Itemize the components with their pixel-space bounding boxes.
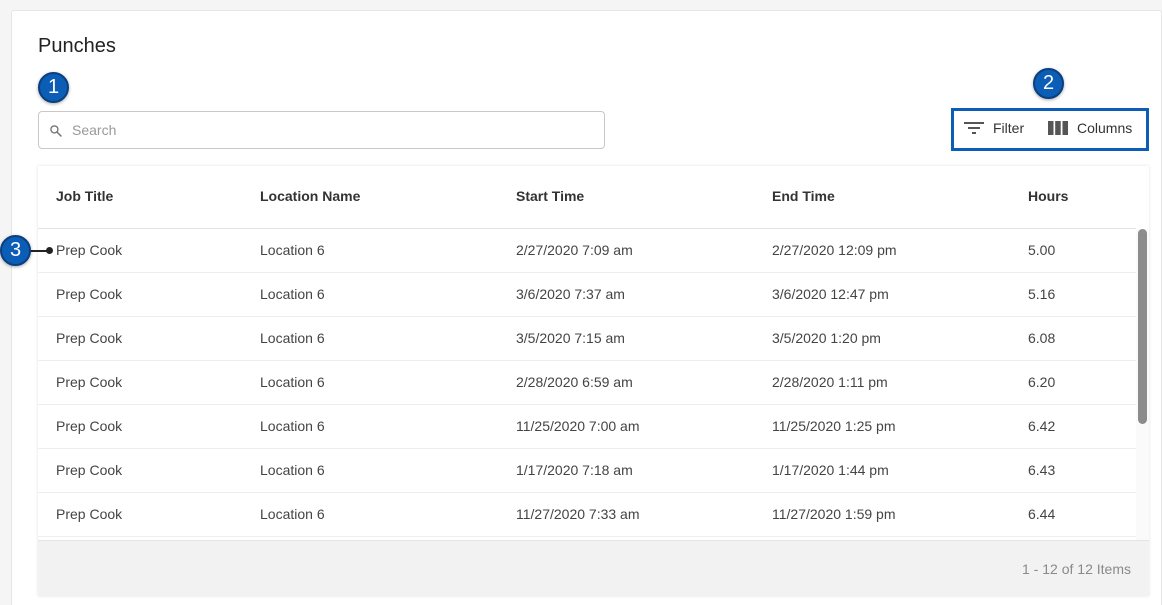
cell-location-name: Location 6 (260, 242, 325, 258)
table-row[interactable]: Prep Cook Location 6 11/27/2020 7:33 am … (38, 493, 1136, 537)
columns-icon (1048, 121, 1068, 135)
cell-hours: 5.16 (1028, 286, 1056, 302)
table-row[interactable]: Prep Cook Location 6 1/17/2020 7:18 am 1… (38, 449, 1136, 493)
table-row[interactable]: Prep Cook Location 6 2/27/2020 7:09 am 2… (38, 229, 1136, 273)
columns-button[interactable]: Columns (1048, 117, 1132, 139)
callout-badge-3: 3 (0, 235, 31, 266)
cell-hours: 6.44 (1028, 506, 1056, 522)
table-row[interactable]: Prep Cook Location 6 3/5/2020 7:15 am 3/… (38, 317, 1136, 361)
cell-hours: 5.00 (1028, 242, 1056, 258)
callout-badge-1: 1 (38, 72, 69, 103)
cell-location-name: Location 6 (260, 374, 325, 390)
column-header-hours[interactable]: Hours (1028, 188, 1068, 204)
cell-start-time: 3/6/2020 7:37 am (516, 286, 625, 302)
cell-location-name: Location 6 (260, 330, 325, 346)
column-header-job-title[interactable]: Job Title (56, 188, 113, 204)
cell-location-name: Location 6 (260, 506, 325, 522)
cell-start-time: 11/27/2020 7:33 am (516, 506, 640, 522)
cell-end-time: 2/28/2020 1:11 pm (772, 374, 888, 390)
cell-end-time: 11/27/2020 1:59 pm (772, 506, 896, 522)
search-input[interactable] (72, 118, 592, 142)
cell-end-time: 3/6/2020 12:47 pm (772, 286, 889, 302)
filter-icon (964, 122, 984, 134)
columns-button-label: Columns (1077, 120, 1133, 136)
table-scrollbar[interactable] (1136, 229, 1149, 540)
pagination-summary: 1 - 12 of 12 Items (1022, 561, 1131, 577)
table-header: Job Title Location Name Start Time End T… (38, 166, 1136, 229)
cell-location-name: Location 6 (260, 462, 325, 478)
column-header-end-time[interactable]: End Time (772, 188, 835, 204)
cell-location-name: Location 6 (260, 418, 325, 434)
page-title: Punches (38, 35, 116, 57)
column-header-start-time[interactable]: Start Time (516, 188, 584, 204)
cell-start-time: 1/17/2020 7:18 am (516, 462, 633, 478)
cell-end-time: 11/25/2020 1:25 pm (772, 418, 896, 434)
cell-job-title: Prep Cook (56, 286, 123, 302)
cell-end-time: 1/17/2020 1:44 pm (772, 462, 889, 478)
cell-job-title: Prep Cook (56, 506, 123, 522)
cell-job-title: Prep Cook (56, 462, 123, 478)
filter-button[interactable]: Filter (964, 117, 1024, 139)
cell-start-time: 2/27/2020 7:09 am (516, 242, 633, 258)
cell-end-time: 2/27/2020 12:09 pm (772, 242, 897, 258)
callout-badge-2: 2 (1033, 68, 1064, 99)
search-box[interactable] (38, 111, 605, 149)
callout-pointer-dot (46, 247, 53, 254)
cell-start-time: 11/25/2020 7:00 am (516, 418, 640, 434)
search-icon (50, 125, 62, 137)
table-row[interactable]: Prep Cook Location 6 2/28/2020 6:59 am 2… (38, 361, 1136, 405)
cell-job-title: Prep Cook (56, 242, 123, 258)
column-header-location-name[interactable]: Location Name (260, 188, 360, 204)
cell-job-title: Prep Cook (56, 418, 123, 434)
punches-table: Job Title Location Name Start Time End T… (38, 166, 1149, 596)
cell-hours: 6.08 (1028, 330, 1056, 346)
cell-hours: 6.43 (1028, 462, 1056, 478)
cell-end-time: 3/5/2020 1:20 pm (772, 330, 881, 346)
table-footer: 1 - 12 of 12 Items (38, 540, 1149, 596)
table-row[interactable]: Prep Cook Location 6 11/25/2020 7:00 am … (38, 405, 1136, 449)
cell-job-title: Prep Cook (56, 374, 123, 390)
cell-location-name: Location 6 (260, 286, 325, 302)
callout-pointer-line (28, 250, 48, 252)
table-row[interactable]: Prep Cook Location 6 3/6/2020 7:37 am 3/… (38, 273, 1136, 317)
cell-hours: 6.20 (1028, 374, 1056, 390)
cell-hours: 6.42 (1028, 418, 1056, 434)
filter-button-label: Filter (993, 120, 1025, 136)
cell-job-title: Prep Cook (56, 330, 123, 346)
cell-start-time: 2/28/2020 6:59 am (516, 374, 633, 390)
scrollbar-thumb[interactable] (1138, 229, 1147, 424)
cell-start-time: 3/5/2020 7:15 am (516, 330, 625, 346)
